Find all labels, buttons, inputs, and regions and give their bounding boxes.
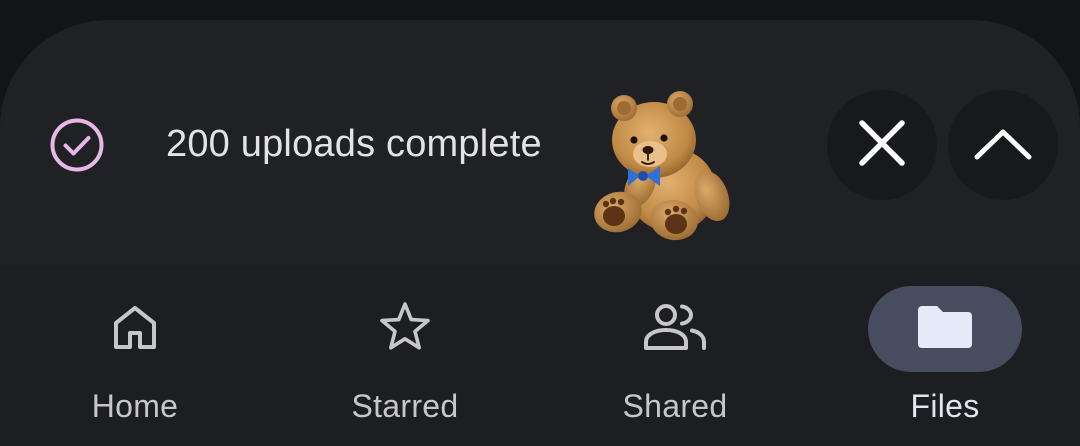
nav-pill-starred [328, 286, 482, 372]
home-icon [109, 301, 161, 358]
bottom-navigation: Home Starred Shared Files [0, 266, 1080, 446]
chevron-up-icon [973, 125, 1033, 166]
nav-label-files: Files [910, 388, 980, 424]
nav-pill-shared [598, 286, 752, 372]
folder-icon [916, 304, 974, 355]
nav-label-shared: Shared [622, 388, 728, 424]
nav-item-files[interactable]: Files [810, 266, 1080, 446]
nav-label-starred: Starred [351, 388, 459, 424]
nav-item-starred[interactable]: Starred [270, 266, 540, 446]
app-screen: 200 uploads complete Home Starred Shared… [0, 0, 1080, 446]
nav-label-home: Home [91, 388, 179, 424]
people-icon [642, 302, 708, 357]
upload-status-text: 200 uploads complete [166, 123, 542, 165]
teddy-bear-sticker [588, 78, 736, 242]
close-icon [854, 115, 910, 176]
dismiss-button[interactable] [827, 90, 937, 200]
nav-item-shared[interactable]: Shared [540, 266, 810, 446]
expand-button[interactable] [948, 90, 1058, 200]
star-icon [377, 299, 433, 360]
upload-status-sheet: 200 uploads complete [0, 20, 1080, 290]
check-circle-icon [48, 116, 106, 174]
nav-item-home[interactable]: Home [0, 266, 270, 446]
nav-pill-home [58, 286, 212, 372]
nav-pill-files-active [868, 286, 1022, 372]
